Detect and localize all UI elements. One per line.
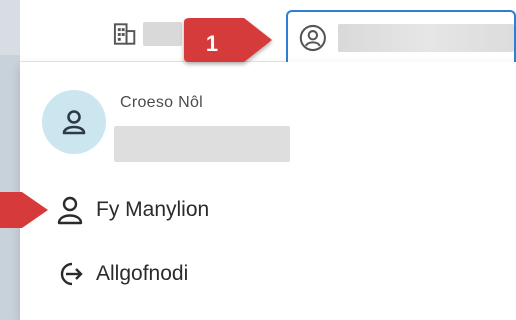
step-callout: 1 — [180, 18, 276, 70]
callout-pointer-arrow — [0, 192, 48, 228]
logout-menu-item[interactable]: Allgofnodi — [56, 254, 188, 294]
organisation-name-redacted — [143, 22, 182, 46]
user-header: Croeso Nôl — [42, 90, 342, 170]
logout-label: Allgofnodi — [96, 262, 189, 285]
welcome-text: Croeso Nôl — [120, 94, 204, 111]
step-number: 1 — [205, 31, 219, 56]
my-details-label: Fy Manylion — [96, 198, 210, 221]
logout-icon — [60, 262, 83, 286]
account-name-redacted — [337, 24, 514, 52]
username-redacted — [114, 126, 290, 162]
account-dropdown-menu: Croeso Nôl Fy Manylion Allgofnodi — [20, 62, 516, 320]
my-details-menu-item[interactable]: Fy Manylion — [56, 190, 209, 230]
building-icon — [113, 23, 136, 45]
avatar — [42, 90, 106, 154]
user-circle-icon — [299, 24, 326, 52]
organisation-button[interactable] — [112, 16, 182, 52]
user-icon — [57, 196, 83, 225]
account-menu-button[interactable] — [286, 10, 516, 64]
user-icon — [62, 110, 86, 135]
